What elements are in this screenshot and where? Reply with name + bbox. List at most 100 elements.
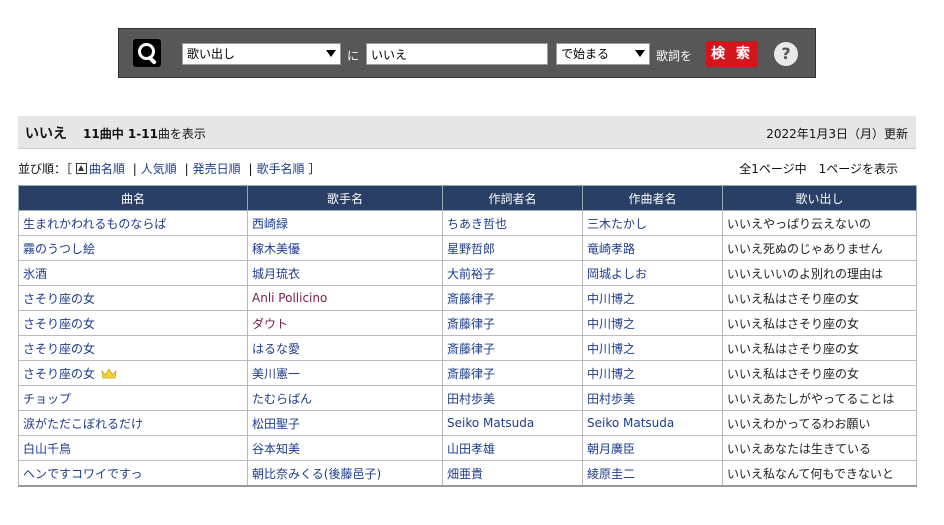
artist-link-text: 朝比奈みくる(後藤邑子) [252, 466, 382, 481]
composer-link[interactable]: 岡城よしお [582, 260, 723, 286]
song-title-link[interactable]: チョップ [18, 385, 248, 411]
composer-link-text: 竜崎孝路 [587, 241, 636, 256]
composer-link-text: 中川博之 [587, 316, 636, 331]
composer-link-text: 綾原圭二 [587, 466, 636, 481]
results-table: 曲名 歌手名 作詞者名 作曲者名 歌い出し 生まれかわれるものならば 西崎緑 ちあき… [18, 185, 917, 487]
lyricist-link[interactable]: 山田孝雄 [442, 435, 583, 461]
lyric-start-text: いいえあなたは生きている [727, 441, 872, 456]
column-header: 作曲者名 [582, 185, 723, 211]
composer-link[interactable]: 竜崎孝路 [582, 235, 723, 261]
composer-link[interactable]: 綾原圭二 [582, 460, 723, 487]
lyricist-link[interactable]: 斎藤律子 [442, 285, 583, 311]
composer-link[interactable]: 田村歩美 [582, 385, 723, 411]
lyricist-link[interactable]: 田村歩美 [442, 385, 583, 411]
song-title-link-text: さそり座の女 [23, 341, 96, 356]
search-button[interactable]: 検 索 [706, 41, 758, 67]
search-particle: に [347, 49, 360, 63]
sort-by-popularity[interactable]: 人気順 [141, 162, 177, 176]
song-title-link[interactable]: 涙がただこぼれるだけ [18, 410, 248, 436]
lyricist-link[interactable]: 斎藤律子 [442, 335, 583, 361]
song-title-link[interactable]: 氷酒 [18, 260, 248, 286]
column-header: 歌手名 [247, 185, 443, 211]
lyric-start-text: いいえわかってるわお願い [727, 416, 871, 431]
lyricist-link[interactable]: 斎藤律子 [442, 310, 583, 336]
lyricist-link-text: 畑亜貴 [447, 466, 484, 481]
composer-link-text: 朝月廣臣 [587, 441, 636, 456]
artist-link-text: 城月琉衣 [252, 266, 301, 281]
table-row: 霧のうつし絵 稼木美優 星野哲郎 竜崎孝路 いいえ死ぬのじゃありません [18, 235, 917, 261]
artist-link[interactable]: 稼木美優 [247, 235, 443, 261]
search-mode-value: で始まる [561, 47, 610, 61]
results-header: いいえ 11曲中 1-11曲を表示 2022年1月3日（月）更新 [18, 116, 916, 149]
artist-link[interactable]: 谷本知美 [247, 435, 443, 461]
table-row: ヘンですコワイですっ 朝比奈みくる(後藤邑子) 畑亜貴 綾原圭二 いいえ私なんて何もでき… [18, 460, 917, 487]
song-title-link-text: さそり座の女 [23, 366, 96, 381]
song-title-link[interactable]: さそり座の女 [18, 335, 248, 361]
lyricist-link[interactable]: 斎藤律子 [442, 360, 583, 386]
search-field-select[interactable]: 歌い出し [182, 43, 341, 65]
artist-link-text: 谷本知美 [252, 441, 301, 456]
song-title-link[interactable]: 霧のうつし絵 [18, 235, 248, 261]
column-header: 曲名 [18, 185, 248, 211]
lyricist-link-text: 星野哲郎 [447, 241, 496, 256]
lyricist-link-text: ちあき哲也 [447, 216, 508, 231]
lyricist-link[interactable]: ちあき哲也 [442, 210, 583, 236]
artist-link-text: 西崎緑 [252, 216, 289, 231]
composer-link[interactable]: 朝月廣臣 [582, 435, 723, 461]
artist-link[interactable]: はるな愛 [247, 335, 443, 361]
lyricist-link[interactable]: 大前裕子 [442, 260, 583, 286]
lyric-start: いいえ私はさそり座の女 [722, 285, 917, 311]
composer-link[interactable]: 三木たかし [582, 210, 723, 236]
table-row: チョップ たむらぱん 田村歩美 田村歩美 いいえあたしがやってることは [18, 385, 917, 411]
artist-link[interactable]: 松田聖子 [247, 410, 443, 436]
table-row: さそり座の女 Anli Pollicino 斎藤律子 中川博之 いいえ私はさそり座の女 [18, 285, 917, 311]
search-input[interactable] [366, 43, 548, 65]
table-row: 白山千鳥 谷本知美 山田孝雄 朝月廣臣 いいえあなたは生きている [18, 435, 917, 461]
song-title-link[interactable]: さそり座の女 [18, 285, 248, 311]
artist-link-text: はるな愛 [252, 341, 301, 356]
lyric-start: いいえあたしがやってることは [722, 385, 917, 411]
song-title-link[interactable]: 白山千鳥 [18, 435, 248, 461]
table-row: さそり座の女 美川憲一 斎藤律子 中川博之 いいえ私はさそり座の女 [18, 360, 917, 386]
table-row: 涙がただこぼれるだけ 松田聖子 Seiko Matsuda Seiko Matsuda… [18, 410, 917, 436]
lyric-start: いいえ私はさそり座の女 [722, 310, 917, 336]
composer-link-text: 中川博之 [587, 341, 636, 356]
composer-link[interactable]: 中川博之 [582, 285, 723, 311]
lyricist-link[interactable]: 星野哲郎 [442, 235, 583, 261]
artist-link-text: たむらぱん [252, 391, 313, 406]
lyricist-link[interactable]: Seiko Matsuda [442, 410, 583, 436]
lyric-start: いいえ私なんて何もできないと [722, 460, 917, 487]
composer-link-text: 中川博之 [587, 366, 636, 381]
song-title-link[interactable]: ヘンですコワイですっ [18, 460, 248, 487]
lyric-start: いいえ私はさそり座の女 [722, 360, 917, 386]
composer-link[interactable]: 中川博之 [582, 310, 723, 336]
artist-link-text: Anli Pollicino [252, 291, 328, 305]
search-mode-select[interactable]: で始まる [556, 43, 650, 65]
song-title-link[interactable]: 生まれかわれるものならば [18, 210, 248, 236]
artist-link[interactable]: Anli Pollicino [247, 285, 443, 311]
composer-link-text: 岡城よしお [587, 266, 648, 281]
artist-link[interactable]: 朝比奈みくる(後藤邑子) [247, 460, 443, 487]
composer-link[interactable]: 中川博之 [582, 360, 723, 386]
composer-link[interactable]: Seiko Matsuda [582, 410, 723, 436]
artist-link[interactable]: ダウト [247, 310, 443, 336]
artist-link[interactable]: たむらぱん [247, 385, 443, 411]
song-title-link[interactable]: さそり座の女 [18, 360, 248, 386]
composer-link[interactable]: 中川博之 [582, 335, 723, 361]
updated-date: 2022年1月3日（月）更新 [766, 127, 908, 141]
lyric-start-text: いいえ私はさそり座の女 [727, 366, 860, 381]
sort-label: 並び順：［ [18, 162, 73, 176]
sort-by-release[interactable]: 発売日順 [193, 162, 241, 176]
help-icon[interactable]: ? [774, 42, 798, 66]
sort-close: ］ [308, 162, 321, 176]
song-title-link[interactable]: さそり座の女 [18, 310, 248, 336]
table-row: 生まれかわれるものならば 西崎緑 ちあき哲也 三木たかし いいえやっぱり云えないの [18, 210, 917, 236]
artist-link[interactable]: 城月琉衣 [247, 260, 443, 286]
query-title: いいえ [25, 126, 67, 142]
artist-link[interactable]: 美川憲一 [247, 360, 443, 386]
sort-by-artist[interactable]: 歌手名順 [257, 162, 305, 176]
sort-by-title[interactable]: 曲名順 [89, 162, 125, 176]
artist-link[interactable]: 西崎緑 [247, 210, 443, 236]
lyricist-link[interactable]: 畑亜貴 [442, 460, 583, 487]
lyric-start-text: いいえやっぱり云えないの [727, 216, 872, 231]
